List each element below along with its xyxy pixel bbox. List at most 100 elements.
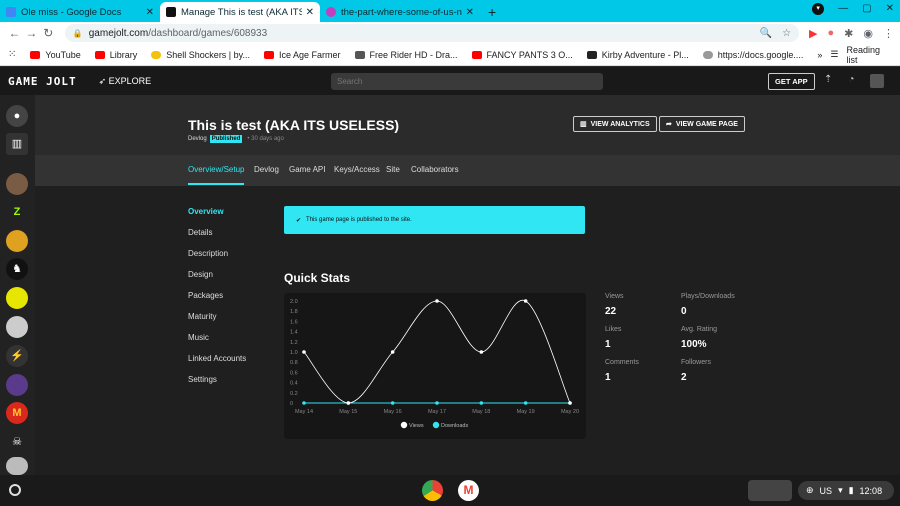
stat-value-likes: 1	[605, 339, 611, 350]
youtube-icon	[94, 50, 105, 59]
reload-icon[interactable]: ↻	[40, 26, 57, 40]
more-bookmarks-button[interactable]: »	[817, 50, 822, 60]
os-taskbar: M ⊕ US ▾ ▮ 12:08	[0, 475, 900, 506]
new-tab-button[interactable]: +	[480, 2, 504, 22]
lock-icon[interactable]: 🔒	[73, 29, 83, 38]
legend-swatch-views	[400, 421, 408, 429]
community-icon[interactable]	[6, 374, 28, 396]
bell-icon[interactable]: ◔	[848, 74, 854, 88]
bookmark-star-icon[interactable]: ☆	[782, 28, 791, 39]
address-bar[interactable]: 🔒 gamejolt.com/dashboard/games/608933 🔍 …	[64, 24, 800, 42]
menu-icon[interactable]: ⋮	[883, 27, 894, 40]
search-input[interactable]	[331, 73, 603, 90]
extension-icon-2[interactable]: ●	[828, 27, 835, 40]
bookmark-kirby[interactable]: Kirby Adventure - Pl...	[586, 50, 689, 60]
view-game-page-label: VIEW GAME PAGE	[675, 120, 738, 128]
bookmark-ice-age[interactable]: Ice Age Farmer	[264, 50, 341, 60]
community-icon[interactable]: ♞	[6, 258, 28, 280]
community-icon[interactable]	[6, 173, 28, 195]
y-tick-label: 0.4	[290, 381, 298, 387]
sidebar-item-design[interactable]: Design	[188, 270, 213, 279]
community-icon[interactable]	[6, 287, 28, 309]
language-indicator: US	[819, 485, 833, 496]
sidebar-item-overview[interactable]: Overview	[188, 207, 224, 216]
view-game-page-button[interactable]: ➦ VIEW GAME PAGE	[659, 116, 745, 132]
profile-avatar[interactable]: ◉	[863, 27, 873, 40]
screen-capture-thumbnail[interactable]	[748, 480, 792, 501]
sidebar-item-packages[interactable]: Packages	[188, 291, 223, 300]
library-icon[interactable]: ▥	[6, 133, 28, 155]
view-analytics-button[interactable]: ▥ VIEW ANALYTICS	[573, 116, 657, 132]
y-tick-label: 0.6	[290, 370, 298, 376]
extension-icon-1[interactable]: ▶	[809, 27, 817, 40]
bookmark-fancy-pants[interactable]: FANCY PANTS 3 O...	[471, 50, 573, 60]
community-icon[interactable]: M	[6, 402, 28, 424]
close-icon[interactable]: ✕	[466, 7, 474, 18]
bookmark-youtube[interactable]: YouTube	[30, 50, 81, 60]
back-icon[interactable]: ←	[6, 26, 23, 40]
y-tick-label: 0.8	[290, 360, 298, 366]
tab-overview-setup[interactable]: Overview/Setup	[188, 165, 245, 185]
minimize-icon[interactable]: —	[838, 3, 848, 15]
stats-chart-svg: 2.0 1.8 1.6 1.4 1.2 1.0 0.8 0.6 0.4 0.2 0May 14 May…	[290, 299, 579, 429]
community-icon[interactable]: ☠	[6, 431, 28, 453]
data-point-downloads	[479, 401, 484, 405]
browser-tab-docs[interactable]: Ole miss - Google Docs ✕	[0, 2, 160, 22]
tab-search-icon[interactable]: ▾	[812, 3, 825, 15]
tab-devlog[interactable]: Devlog	[254, 165, 279, 174]
stat-label-views: Views	[605, 293, 624, 300]
tab-game-api[interactable]: Game API	[289, 165, 325, 174]
launcher-icon[interactable]	[9, 484, 21, 496]
reading-list-icon[interactable]: ☰	[830, 49, 838, 60]
wifi-icon: ▾	[838, 485, 843, 495]
x-tick-label: May 14	[295, 409, 313, 415]
user-avatar[interactable]	[870, 74, 885, 88]
sidebar-item-music[interactable]: Music	[188, 333, 209, 342]
system-tray[interactable]: ⊕ US ▾ ▮ 12:08	[798, 481, 894, 500]
sidebar-item-settings[interactable]: Settings	[188, 375, 217, 384]
stat-label-plays: Plays/Downloads	[681, 293, 735, 300]
sidebar-item-maturity[interactable]: Maturity	[188, 312, 216, 321]
x-tick-label: May 15	[339, 409, 357, 415]
bookmark-docs[interactable]: https://docs.google....	[702, 50, 803, 60]
get-app-button[interactable]: GET APP	[768, 73, 815, 90]
broadcast-icon[interactable]: ⇡	[824, 74, 832, 88]
browser-tab-gamejolt[interactable]: Manage This is test (AKA ITS US ✕	[160, 2, 320, 22]
browser-tab-3[interactable]: the-part-where-some-of-us-need- ✕	[320, 2, 480, 22]
published-ago: • 30 days ago	[247, 136, 284, 142]
sidebar-item-description[interactable]: Description	[188, 249, 228, 258]
gamejolt-logo[interactable]: GAME JOLT	[8, 75, 77, 88]
forward-icon[interactable]: →	[23, 26, 40, 40]
community-icon[interactable]	[6, 316, 28, 338]
community-icon[interactable]: ⚡	[6, 345, 28, 367]
devlog-badge: Devlog	[188, 136, 207, 142]
community-icon[interactable]: Z	[6, 201, 28, 223]
bookmarks-bar: ⁙ YouTube Library Shell Shockers | by...…	[0, 44, 900, 66]
gmail-icon[interactable]: M	[458, 480, 479, 501]
bookmark-shell-shockers[interactable]: Shell Shockers | by...	[151, 50, 250, 60]
tab-keys-access[interactable]: Keys/Access	[334, 165, 380, 174]
community-icon[interactable]	[6, 230, 28, 252]
sidebar-item-details[interactable]: Details	[188, 228, 212, 237]
stat-value-avg-rating: 100%	[681, 339, 707, 350]
chat-icon[interactable]: ●	[6, 105, 28, 127]
tab-site[interactable]: Site	[386, 165, 400, 174]
sidebar-item-linked-accounts[interactable]: Linked Accounts	[188, 354, 246, 363]
bookmark-library[interactable]: Library	[94, 50, 137, 60]
close-icon[interactable]: ✕	[146, 7, 154, 18]
reading-list-button[interactable]: Reading list	[846, 45, 892, 65]
close-icon[interactable]: ✕	[306, 7, 314, 18]
close-window-icon[interactable]: ✕	[886, 3, 894, 15]
apps-icon[interactable]: ⁙	[8, 49, 16, 60]
puzzle-icon[interactable]: ✱	[844, 27, 853, 40]
explore-label: EXPLORE	[108, 75, 152, 86]
chrome-icon[interactable]	[422, 480, 443, 501]
bookmark-free-rider[interactable]: Free Rider HD - Dra...	[354, 50, 458, 60]
zoom-icon[interactable]: 🔍	[760, 28, 772, 39]
maximize-icon[interactable]: ▢	[862, 3, 871, 15]
youtube-icon	[30, 50, 41, 59]
tab-collaborators[interactable]: Collaborators	[411, 165, 459, 174]
community-icon[interactable]	[6, 457, 28, 475]
data-point-downloads	[302, 401, 306, 405]
explore-link[interactable]: ➶ EXPLORE	[99, 76, 152, 87]
